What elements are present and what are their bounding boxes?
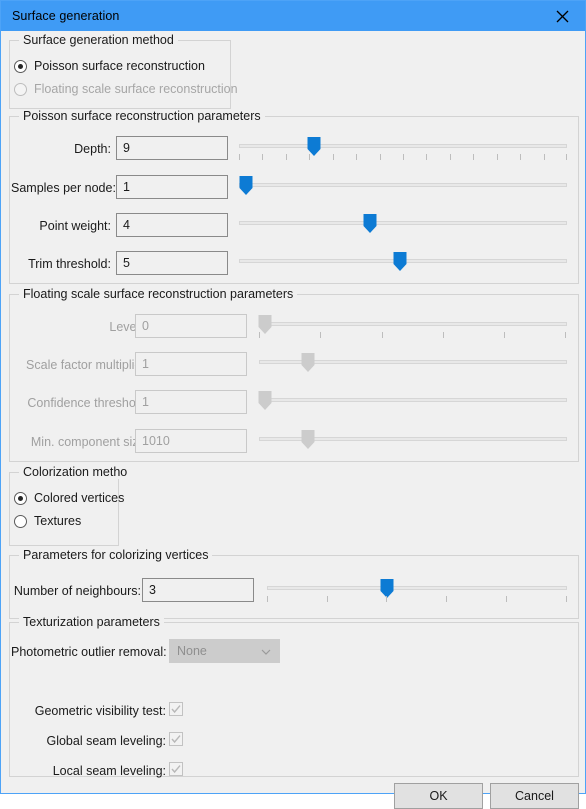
slider-scale-factor-multiplier — [259, 351, 567, 377]
label-min-component-size: Min. component size: — [30, 435, 149, 449]
ok-button[interactable]: OK — [394, 783, 483, 809]
radio-label: Textures — [34, 514, 82, 528]
slider-handle[interactable] — [363, 214, 377, 233]
slider-ticks-neighbours — [267, 596, 567, 603]
check-icon — [171, 735, 181, 744]
input-scale-factor-multiplier: 1 — [135, 352, 247, 376]
slider-handle-icon — [363, 214, 377, 233]
slider-point-weight[interactable] — [239, 212, 567, 238]
colorization-method-group: Colorization method — [9, 465, 127, 546]
group-title-surface-method: Surface generation method — [19, 33, 178, 47]
dialog-body: Surface generation method Poisson surfac… — [1, 31, 585, 809]
slider-levels — [258, 313, 567, 339]
input-confidence-threshold: 1 — [135, 390, 247, 414]
check-icon — [171, 705, 181, 714]
slider-handle-icon — [258, 391, 272, 410]
slider-track — [239, 221, 567, 225]
label-levels: Levels: — [109, 320, 149, 334]
slider-handle-icon — [301, 430, 315, 449]
checkbox-global-seam-leveling — [169, 732, 183, 746]
radio-textures[interactable]: Textures — [14, 514, 81, 528]
slider-ticks-depth — [239, 154, 568, 161]
label-number-of-neighbours: Number of neighbours: — [13, 584, 141, 598]
group-title-poisson: Poisson surface reconstruction parameter… — [19, 109, 265, 123]
slider-track — [267, 586, 567, 590]
radio-indicator — [14, 59, 27, 73]
radio-colored-vertices[interactable]: Colored vertices — [14, 491, 124, 505]
radio-poisson-surface-reconstruction[interactable]: Poisson surface reconstruction — [14, 59, 205, 73]
label-confidence-threshold: Confidence threshold: — [27, 396, 149, 410]
label-local-seam-leveling: Local seam leveling: — [52, 764, 166, 778]
label-photometric-outlier-removal: Photometric outlier removal: — [11, 645, 167, 659]
input-trim-threshold[interactable]: 5 — [116, 251, 228, 275]
slider-ticks-levels — [259, 332, 567, 339]
combo-value: None — [177, 644, 207, 658]
slider-handle[interactable] — [393, 252, 407, 271]
radio-label: Poisson surface reconstruction — [34, 59, 205, 73]
titlebar: Surface generation — [1, 1, 585, 31]
radio-indicator — [14, 82, 27, 96]
label-trim-threshold: Trim threshold: — [28, 257, 111, 271]
label-point-weight: Point weight: — [39, 219, 111, 233]
slider-handle — [258, 391, 272, 410]
slider-samples-per-node[interactable] — [239, 174, 567, 200]
check-icon — [171, 765, 181, 774]
surface-generation-method-group: Surface generation method — [9, 33, 231, 109]
input-depth[interactable]: 9 — [116, 136, 228, 160]
radio-label: Floating scale surface reconstruction — [34, 82, 238, 96]
slider-handle-icon — [393, 252, 407, 271]
label-geometric-visibility-test: Geometric visibility test: — [34, 704, 166, 718]
slider-min-component-size — [259, 428, 567, 454]
group-title-texturization: Texturization parameters — [19, 615, 164, 629]
input-samples-per-node[interactable]: 1 — [116, 175, 228, 199]
input-point-weight[interactable]: 4 — [116, 213, 228, 237]
label-depth: Depth: — [74, 142, 111, 156]
radio-label: Colored vertices — [34, 491, 125, 505]
slider-handle — [301, 353, 315, 372]
surface-generation-dialog: Surface generation Surface generation me… — [0, 0, 586, 809]
close-icon — [556, 10, 568, 22]
slider-number-of-neighbours[interactable] — [267, 577, 567, 603]
group-title-colorization: Colorization method — [19, 465, 127, 479]
radio-indicator — [14, 514, 27, 528]
combo-photometric-outlier-removal: None — [169, 639, 280, 663]
checkbox-local-seam-leveling — [169, 762, 183, 776]
slider-confidence-threshold — [258, 389, 567, 415]
slider-track — [239, 144, 567, 148]
slider-handle[interactable] — [239, 176, 253, 195]
close-button[interactable] — [539, 1, 585, 31]
cancel-button[interactable]: Cancel — [490, 783, 579, 809]
input-number-of-neighbours[interactable]: 3 — [142, 578, 254, 602]
label-global-seam-leveling: Global seam leveling: — [46, 734, 166, 748]
slider-handle-icon — [301, 353, 315, 372]
label-scale-factor-multiplier: Scale factor multiplier: — [26, 358, 149, 372]
window-title: Surface generation — [12, 9, 120, 23]
slider-track — [239, 183, 567, 187]
radio-floating-scale-surface-reconstruction[interactable]: Floating scale surface reconstruction — [14, 82, 238, 96]
slider-depth[interactable] — [239, 135, 568, 161]
slider-handle-icon — [239, 176, 253, 195]
slider-track — [259, 398, 567, 402]
input-min-component-size: 1010 — [135, 429, 247, 453]
slider-handle — [301, 430, 315, 449]
radio-indicator — [14, 491, 27, 505]
checkbox-geometric-visibility-test — [169, 702, 183, 716]
chevron-down-icon — [261, 644, 271, 658]
group-title-floating-scale: Floating scale surface reconstruction pa… — [19, 287, 298, 301]
slider-track — [259, 322, 567, 326]
group-title-colorizing-vertices: Parameters for colorizing vertices — [19, 548, 213, 562]
slider-trim-threshold[interactable] — [239, 250, 567, 276]
label-samples-per-node: Samples per node: — [11, 181, 116, 195]
input-levels: 0 — [135, 314, 247, 338]
